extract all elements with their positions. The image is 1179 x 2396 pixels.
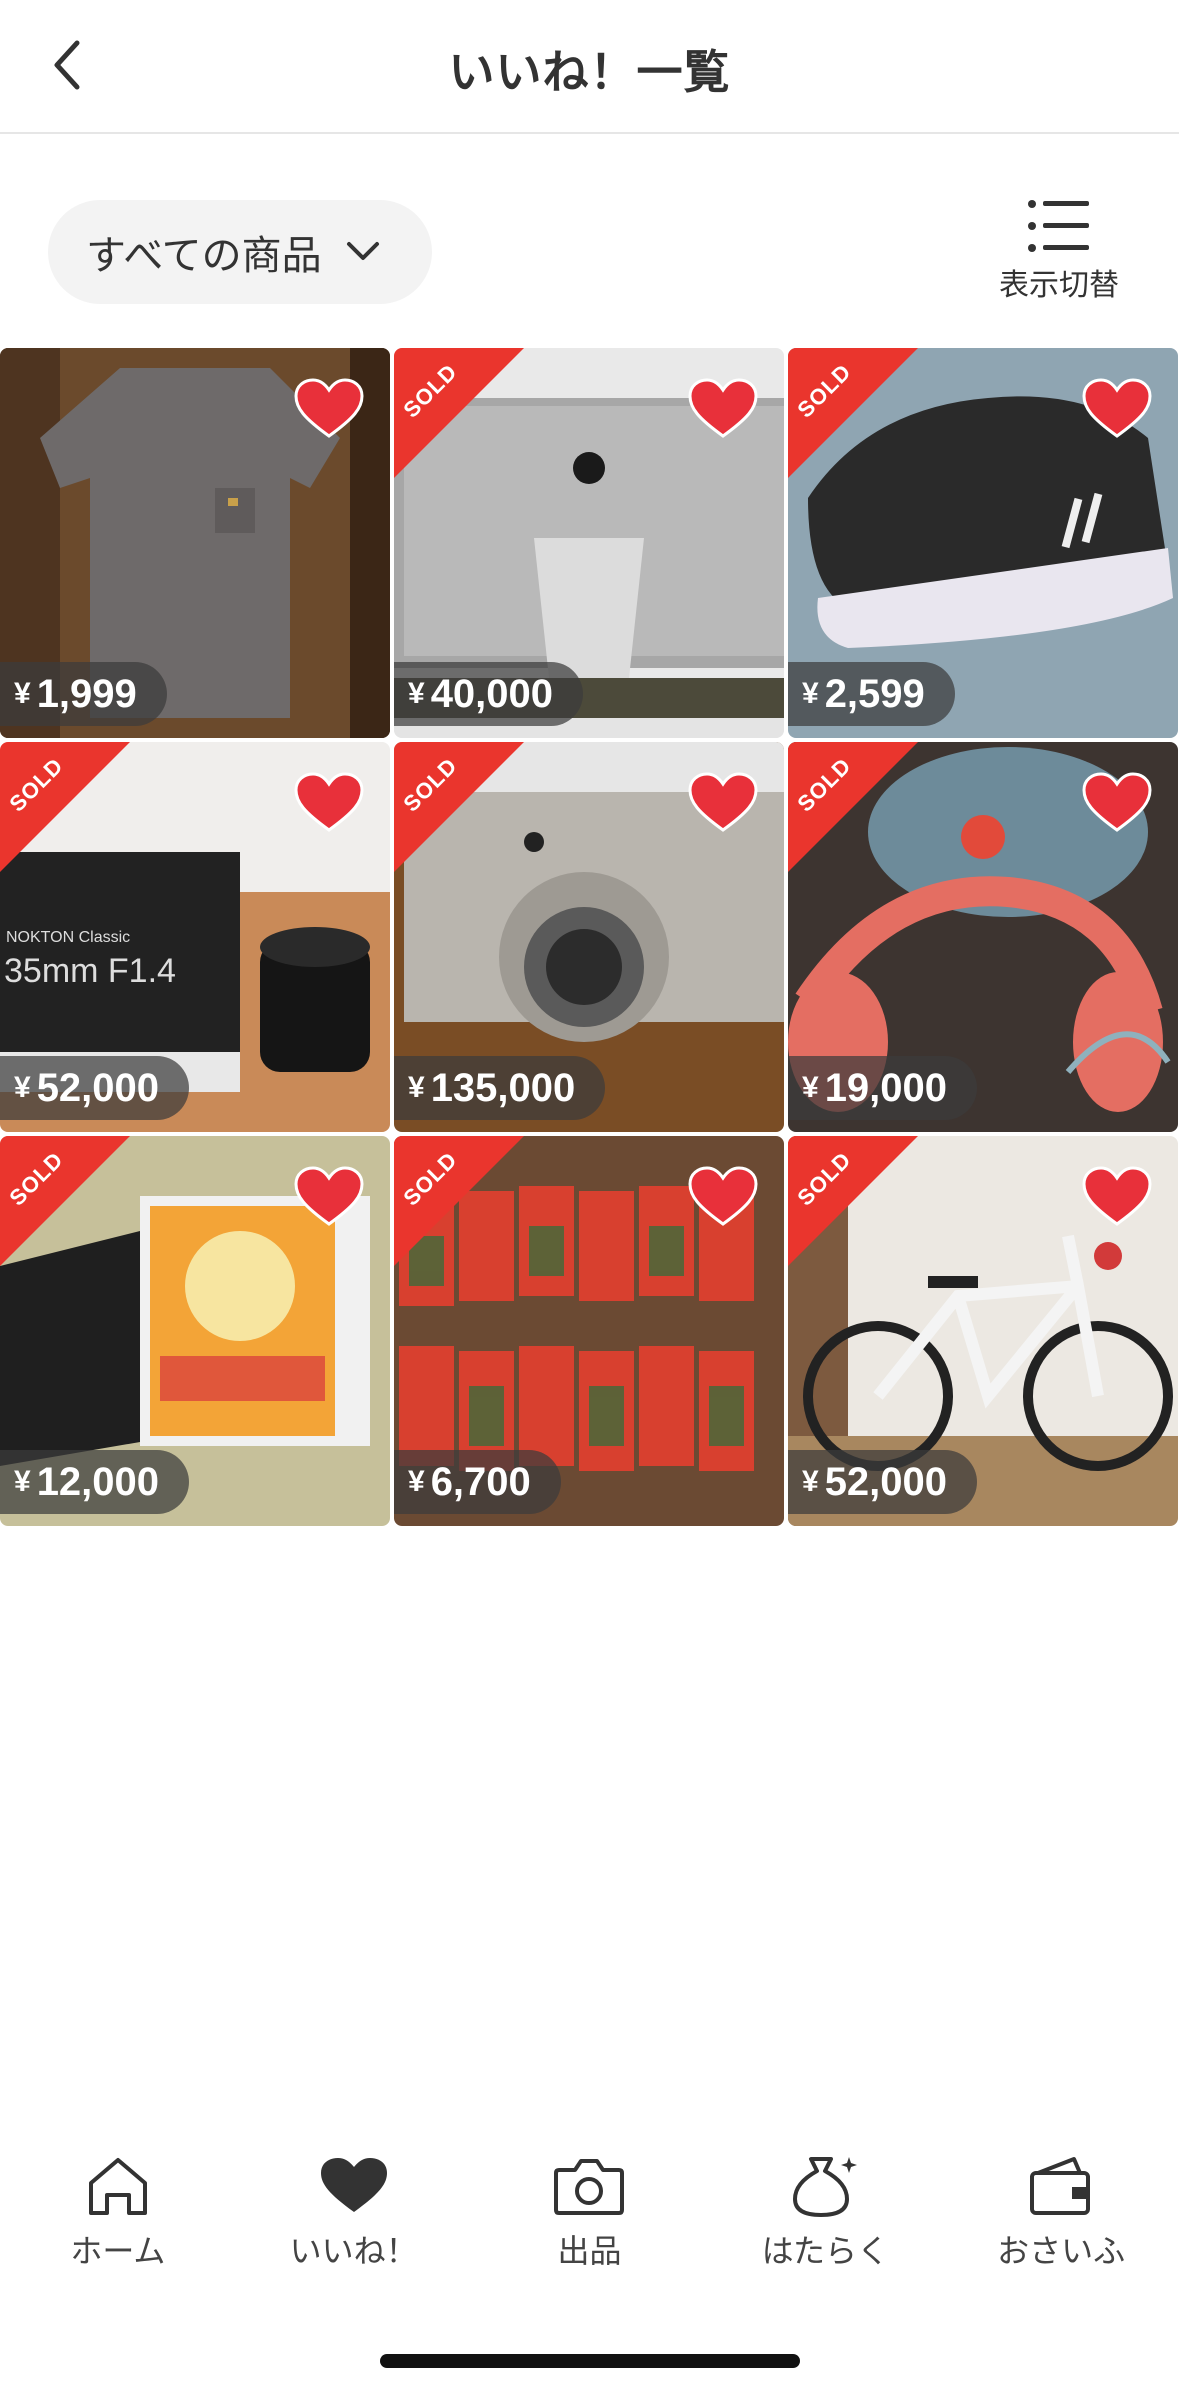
- price-tag: ¥ 12,000: [0, 1450, 190, 1514]
- sold-badge: SOLD: [394, 1136, 524, 1266]
- item-tile[interactable]: SOLD ¥ 2,599: [788, 348, 1178, 738]
- home-indicator[interactable]: [380, 2354, 800, 2368]
- sold-label: SOLD: [792, 752, 857, 817]
- currency-symbol: ¥: [14, 1465, 31, 1498]
- price-tag: ¥ 19,000: [788, 1056, 978, 1120]
- bottom-nav: ホーム いいね！ 出品 はたらく おさいふ: [0, 2150, 1179, 2290]
- like-heart-button[interactable]: [1082, 1166, 1152, 1228]
- heart-icon: [1082, 1166, 1152, 1226]
- item-tile[interactable]: SOLD ¥ 12,000: [0, 1136, 390, 1526]
- item-tile[interactable]: NOKTON Classic 35mm F1.4 SOLD ¥ 52,000: [0, 742, 390, 1132]
- sold-label: SOLD: [398, 358, 463, 423]
- currency-symbol: ¥: [802, 677, 819, 710]
- price-value: 6,700: [430, 1459, 531, 1504]
- nav-label: いいね！: [289, 2232, 418, 2270]
- nav-item-sell[interactable]: 出品: [489, 2150, 689, 2290]
- currency-symbol: ¥: [408, 1071, 425, 1104]
- like-heart-button[interactable]: [294, 1166, 364, 1228]
- heart-icon: [294, 378, 364, 438]
- sold-badge: SOLD: [394, 348, 524, 478]
- sold-label: SOLD: [792, 358, 857, 423]
- nav-label: はたらく: [761, 2232, 889, 2270]
- price-value: 40,000: [430, 671, 554, 716]
- wallet-icon: [1025, 2150, 1097, 2222]
- list-icon: [1028, 200, 1089, 252]
- sold-label: SOLD: [792, 1146, 857, 1211]
- sold-label: SOLD: [4, 1146, 69, 1211]
- price-tag: ¥ 52,000: [0, 1056, 190, 1120]
- heart-icon: [294, 772, 364, 832]
- price-tag: ¥ 2,599: [788, 662, 955, 726]
- heart-icon: [318, 2150, 390, 2222]
- price-value: 135,000: [430, 1065, 576, 1110]
- sold-label: SOLD: [398, 752, 463, 817]
- price-value: 52,000: [36, 1065, 160, 1110]
- like-heart-button[interactable]: [688, 378, 758, 440]
- price-tag: ¥ 6,700: [394, 1450, 561, 1514]
- nav-label: 出品: [557, 2232, 622, 2270]
- like-heart-button[interactable]: [1082, 378, 1152, 440]
- like-heart-button[interactable]: [294, 772, 364, 834]
- like-heart-button[interactable]: [688, 1166, 758, 1228]
- currency-symbol: ¥: [408, 677, 425, 710]
- sold-badge: SOLD: [788, 742, 918, 872]
- heart-icon: [688, 1166, 758, 1226]
- like-heart-button[interactable]: [1082, 772, 1152, 834]
- currency-symbol: ¥: [14, 677, 31, 710]
- sold-badge: SOLD: [0, 1136, 130, 1266]
- like-heart-button[interactable]: [294, 378, 364, 440]
- item-tile[interactable]: ¥ 1,999: [0, 348, 390, 738]
- item-tile[interactable]: SOLD ¥ 6,700: [394, 1136, 784, 1526]
- heart-icon: [294, 1166, 364, 1226]
- currency-symbol: ¥: [408, 1465, 425, 1498]
- chevron-down-icon: [346, 241, 380, 263]
- nav-label: おさいふ: [997, 2232, 1126, 2270]
- nav-item-likes[interactable]: いいね！: [254, 2150, 454, 2290]
- price-tag: ¥ 1,999: [0, 662, 167, 726]
- filter-label: すべての商品: [86, 233, 322, 279]
- heart-icon: [688, 772, 758, 832]
- item-tile[interactable]: SOLD ¥ 135,000: [394, 742, 784, 1132]
- view-toggle-button[interactable]: 表示切替: [989, 198, 1129, 308]
- view-toggle-label: 表示切替: [999, 268, 1119, 303]
- page-title: いいね！一覧: [448, 45, 731, 99]
- like-heart-button[interactable]: [688, 772, 758, 834]
- sold-badge: SOLD: [788, 1136, 918, 1266]
- price-tag: ¥ 52,000: [788, 1450, 978, 1514]
- price-tag: ¥ 40,000: [394, 662, 584, 726]
- sold-badge: SOLD: [394, 742, 524, 872]
- nav-item-work[interactable]: はたらく: [725, 2150, 925, 2290]
- currency-symbol: ¥: [802, 1465, 819, 1498]
- category-filter-dropdown[interactable]: すべての商品: [48, 200, 432, 304]
- price-value: 19,000: [824, 1065, 948, 1110]
- currency-symbol: ¥: [802, 1071, 819, 1104]
- nav-item-home[interactable]: ホーム: [18, 2150, 218, 2290]
- price-value: 12,000: [36, 1459, 160, 1504]
- heart-icon: [1082, 772, 1152, 832]
- money-bag-icon: [789, 2150, 861, 2222]
- item-tile[interactable]: SOLD ¥ 19,000: [788, 742, 1178, 1132]
- nav-item-wallet[interactable]: おさいふ: [961, 2150, 1161, 2290]
- svg-text:NOKTON Classic: NOKTON Classic: [6, 929, 130, 946]
- svg-text:35mm F1.4: 35mm F1.4: [4, 952, 176, 990]
- currency-symbol: ¥: [14, 1071, 31, 1104]
- heart-icon: [1082, 378, 1152, 438]
- sold-badge: SOLD: [788, 348, 918, 478]
- item-tile[interactable]: SOLD ¥ 40,000: [394, 348, 784, 738]
- home-icon: [82, 2150, 154, 2222]
- camera-icon: [553, 2150, 625, 2222]
- price-tag: ¥ 135,000: [394, 1056, 606, 1120]
- price-value: 1,999: [36, 671, 137, 716]
- heart-icon: [688, 378, 758, 438]
- item-tile[interactable]: SOLD ¥ 52,000: [788, 1136, 1178, 1526]
- sold-label: SOLD: [398, 1146, 463, 1211]
- nav-label: ホーム: [70, 2232, 166, 2270]
- liked-items-grid: ¥ 1,999 SOLD ¥ 40,000 SOLD ¥ 2,599 NOKTO…: [0, 348, 1179, 1526]
- header: いいね！一覧: [0, 0, 1179, 134]
- sold-badge: SOLD: [0, 742, 130, 872]
- price-value: 2,599: [824, 671, 925, 716]
- sold-label: SOLD: [4, 752, 69, 817]
- price-value: 52,000: [824, 1459, 948, 1504]
